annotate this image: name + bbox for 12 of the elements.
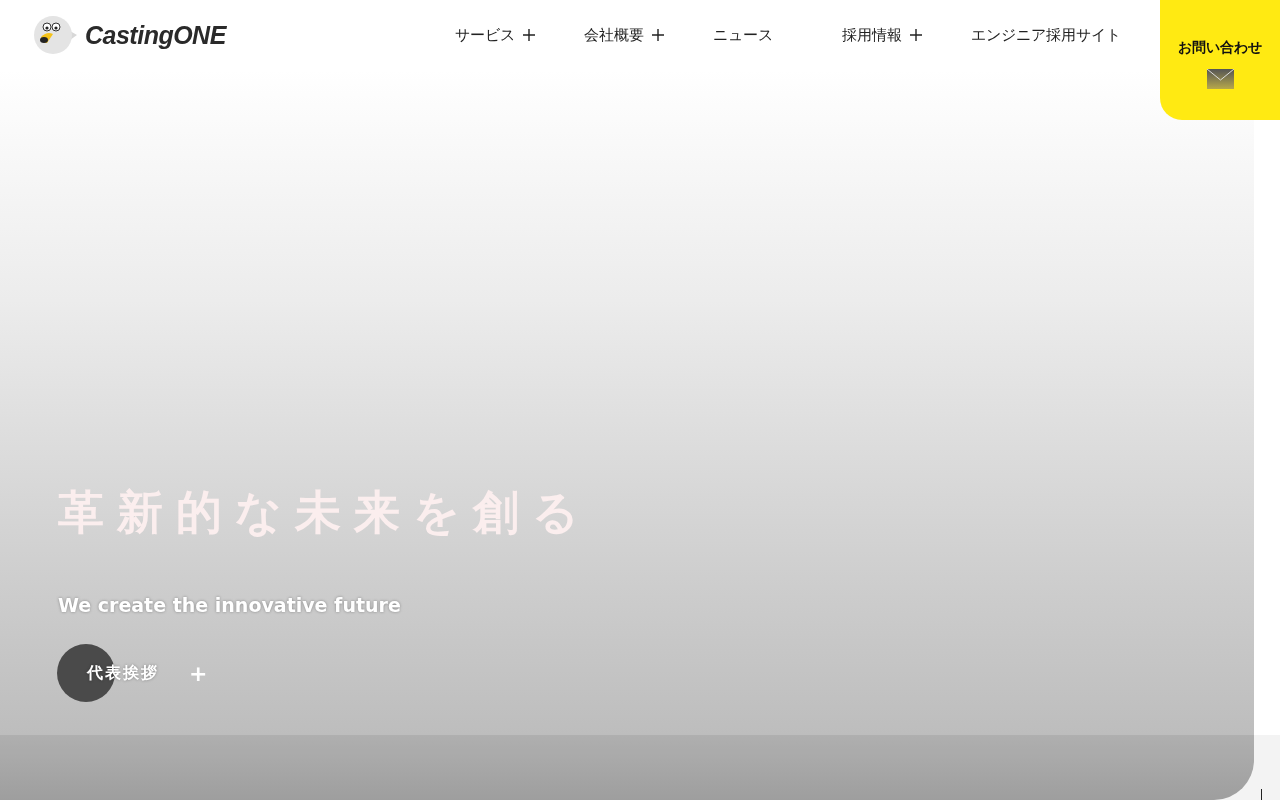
plus-icon [909,29,922,41]
nav-link[interactable]: 採用情報 [841,25,971,45]
contact-button[interactable]: お問い合わせ [1160,0,1280,120]
logo[interactable]: CastingONE [33,15,226,55]
plus-icon [651,29,664,41]
nav-link[interactable]: 会社概要 [583,25,713,45]
nav-link[interactable]: ニュース [712,25,842,45]
nav-link[interactable]: サービス [454,25,584,45]
nav-link[interactable]: エンジニア採用サイト [970,25,1131,45]
mail-icon [1206,69,1234,89]
bird-logo-icon [33,15,79,55]
plus-icon [522,29,535,41]
